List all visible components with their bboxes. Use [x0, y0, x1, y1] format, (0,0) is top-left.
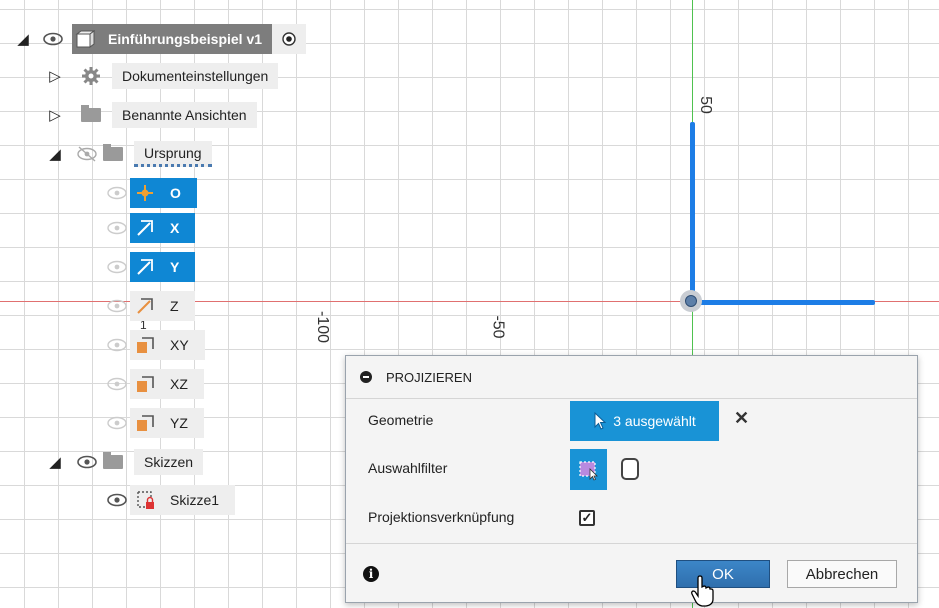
- root-component-tag[interactable]: Einführungsbeispiel v1: [72, 24, 273, 54]
- plane-icon: [132, 330, 158, 360]
- sketch-lock-icon: [132, 485, 158, 515]
- tree-item-label: Y: [170, 259, 180, 275]
- axis-icon: [132, 291, 158, 321]
- y-axis-tag[interactable]: Y: [130, 252, 196, 282]
- folder-icon: [100, 139, 126, 169]
- plane-icon: [132, 369, 158, 399]
- projection-link-checkbox[interactable]: ✓: [579, 510, 595, 526]
- yz-plane-tag[interactable]: YZ: [130, 408, 204, 438]
- tree-item-label: Benannte Ansichten: [112, 102, 257, 128]
- tree-item-skizze1[interactable]: Skizze1: [104, 485, 236, 515]
- projection-link-label: Projektionsverknüpfung: [368, 509, 515, 525]
- tree-item-z-axis[interactable]: Z: [104, 291, 195, 321]
- visibility-eye-icon[interactable]: [104, 178, 130, 208]
- collapse-triangle-icon[interactable]: ◢: [14, 24, 32, 54]
- dialog-title: PROJIZIEREN: [386, 369, 472, 385]
- tree-item-label: XZ: [170, 376, 188, 392]
- tree-item-label: O: [170, 185, 181, 201]
- folder-icon: [100, 447, 126, 477]
- axis-icon: [132, 252, 158, 282]
- info-icon[interactable]: i: [363, 566, 379, 582]
- x-axis-tag[interactable]: X: [130, 213, 196, 243]
- cursor-arrow-icon: [594, 412, 607, 430]
- xy-plane-tag[interactable]: XY: [130, 330, 205, 360]
- tree-item-origin-point[interactable]: O: [104, 178, 197, 208]
- xz-plane-tag[interactable]: XZ: [130, 369, 204, 399]
- folder-icon: [78, 100, 104, 130]
- tick-label-minus-50: -50: [489, 315, 507, 339]
- visibility-eye-icon[interactable]: [104, 330, 130, 360]
- origin-point-tag[interactable]: O: [130, 178, 197, 208]
- hidden-eye-icon[interactable]: [74, 139, 100, 169]
- visibility-eye-icon[interactable]: [104, 213, 130, 243]
- dialog-header[interactable]: PROJIZIEREN: [346, 356, 917, 399]
- visibility-eye-icon[interactable]: [74, 447, 100, 477]
- root-label: Einführungsbeispiel v1: [108, 31, 263, 47]
- tree-root-row[interactable]: ◢ Einführungsbeispiel v1: [14, 24, 307, 54]
- body-filter-icon[interactable]: [621, 458, 639, 480]
- component-icon: [72, 24, 98, 54]
- tree-item-xz-plane[interactable]: XZ: [104, 369, 204, 399]
- selection-count: 3 ausgewählt: [613, 413, 696, 429]
- expand-triangle-icon[interactable]: ▷: [46, 61, 64, 91]
- origin-point[interactable]: [680, 290, 702, 312]
- skizze1-tag[interactable]: Skizze1: [130, 485, 236, 515]
- dialog-footer: i OK Abbrechen: [346, 543, 917, 602]
- visibility-eye-icon[interactable]: [104, 408, 130, 438]
- clear-selection-icon[interactable]: ✕: [734, 408, 749, 429]
- visibility-eye-icon[interactable]: [104, 485, 130, 515]
- selection-filter-icon: [578, 460, 598, 481]
- visibility-eye-icon[interactable]: [40, 24, 66, 54]
- axis-icon: [132, 213, 158, 243]
- tree-item-xy-plane[interactable]: XY: [104, 330, 205, 360]
- collapse-triangle-icon[interactable]: ◢: [46, 447, 64, 477]
- filter-specified-entities-button[interactable]: [570, 449, 607, 490]
- tree-item-ursprung[interactable]: ◢ Ursprung: [46, 139, 212, 169]
- geometry-selection-button[interactable]: 3 ausgewählt: [570, 401, 719, 441]
- tree-item-skizzen[interactable]: ◢ Skizzen: [46, 447, 204, 477]
- tree-item-label: Dokumenteinstellungen: [112, 63, 279, 89]
- tree-item-label: Ursprung: [134, 141, 212, 167]
- cancel-button[interactable]: Abbrechen: [787, 560, 897, 588]
- tree-item-dokumenteinstellungen[interactable]: ▷ Dokumenteinstellungen: [46, 61, 279, 91]
- activate-radio-icon[interactable]: [272, 24, 307, 54]
- origin-point-icon: [132, 178, 158, 208]
- plane-icon: [132, 408, 158, 438]
- collapse-triangle-icon[interactable]: ◢: [46, 139, 64, 169]
- tree-item-label: X: [170, 220, 180, 236]
- visibility-eye-icon[interactable]: [104, 252, 130, 282]
- tick-label-50: 50: [696, 96, 714, 114]
- tree-item-label: Skizzen: [134, 449, 204, 475]
- tree-item-y-axis[interactable]: Y: [104, 252, 196, 282]
- z-axis-tag[interactable]: Z: [130, 291, 195, 321]
- tree-item-label: YZ: [170, 415, 188, 431]
- tree-item-yz-plane[interactable]: YZ: [104, 408, 204, 438]
- project-dialog: PROJIZIEREN Geometrie 3 ausgewählt ✕ Aus…: [345, 355, 918, 603]
- visibility-eye-icon[interactable]: [104, 291, 130, 321]
- selected-horizontal-line[interactable]: [692, 300, 875, 305]
- geometry-label: Geometrie: [368, 412, 434, 428]
- hand-cursor-icon: [691, 575, 714, 607]
- expand-triangle-icon[interactable]: ▷: [46, 100, 64, 130]
- selected-vertical-line[interactable]: [690, 122, 695, 303]
- tree-item-label: Z: [170, 298, 179, 314]
- filter-label: Auswahlfilter: [368, 460, 448, 476]
- tree-item-x-axis[interactable]: X: [104, 213, 196, 243]
- tree-item-label: Skizze1: [170, 492, 220, 508]
- collapse-icon[interactable]: [360, 371, 372, 383]
- gear-icon: [78, 61, 104, 91]
- tree-item-label: XY: [170, 337, 189, 353]
- visibility-eye-icon[interactable]: [104, 369, 130, 399]
- tree-item-benannte-ansichten[interactable]: ▷ Benannte Ansichten: [46, 100, 257, 130]
